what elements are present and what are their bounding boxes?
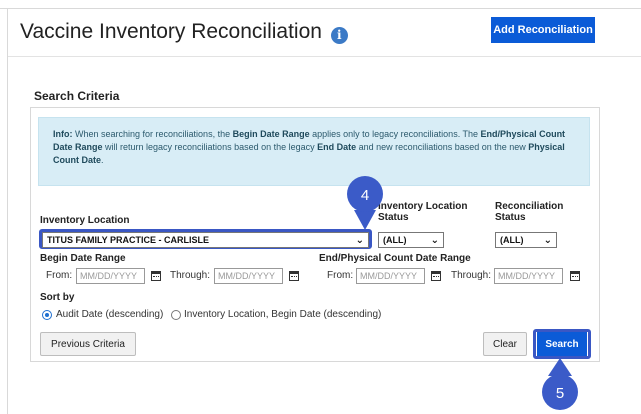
reconciliation-status-value: (ALL) <box>500 235 524 245</box>
chevron-down-icon: ⌄ <box>543 235 552 246</box>
previous-criteria-button[interactable]: Previous Criteria <box>40 332 136 356</box>
info-prefix: Info: <box>53 129 73 139</box>
reconciliation-status-label: Reconciliation Status <box>495 201 563 223</box>
info-text: and new reconciliations based on the new <box>356 142 529 152</box>
label-line: Reconciliation <box>495 201 564 212</box>
info-text: applies only to legacy reconciliations. … <box>309 129 481 139</box>
top-border <box>0 0 641 9</box>
marker-pointer <box>354 210 376 230</box>
add-reconciliation-button[interactable]: Add Reconciliation <box>491 17 595 43</box>
end-from-input[interactable]: MM/DD/YYYY <box>356 268 425 284</box>
end-date-range-label: End/Physical Count Date Range <box>319 253 471 264</box>
info-text: will return legacy reconciliations based… <box>102 142 318 152</box>
inventory-location-value: TITUS FAMILY PRACTICE - CARLISLE <box>47 235 210 245</box>
sort-location-label[interactable]: Inventory Location, Begin Date (descendi… <box>184 309 381 320</box>
step-5-marker: 5 <box>542 358 578 410</box>
calendar-icon[interactable] <box>151 271 161 281</box>
sort-audit-date-label[interactable]: Audit Date (descending) <box>56 309 163 320</box>
inventory-location-select[interactable]: TITUS FAMILY PRACTICE - CARLISLE ⌄ <box>42 232 369 248</box>
marker-number: 5 <box>556 385 564 402</box>
sort-location-radio[interactable] <box>171 310 181 320</box>
page-title-text: Vaccine Inventory Reconciliation <box>20 20 322 43</box>
begin-from-label: From: <box>46 270 73 281</box>
search-criteria-heading: Search Criteria <box>34 89 120 103</box>
end-from-label: From: <box>327 270 354 281</box>
info-bold: Begin Date Range <box>232 129 310 139</box>
calendar-icon[interactable] <box>289 271 299 281</box>
step-4-marker: 4 <box>347 176 383 230</box>
inventory-location-status-label: Inventory Location Status <box>378 201 467 223</box>
chevron-down-icon: ⌄ <box>430 235 439 246</box>
sort-by-label: Sort by <box>40 292 75 303</box>
info-text: When searching for reconciliations, the <box>72 129 233 139</box>
inventory-location-status-select[interactable]: (ALL) ⌄ <box>378 232 444 248</box>
calendar-icon[interactable] <box>570 271 580 281</box>
page: Vaccine Inventory Reconciliation i Add R… <box>0 0 641 414</box>
sort-audit-date-radio[interactable] <box>42 310 52 320</box>
begin-date-range-label: Begin Date Range <box>40 253 126 264</box>
clear-button[interactable]: Clear <box>483 332 527 356</box>
label-line: Status <box>378 212 409 223</box>
end-through-label: Through: <box>451 270 492 281</box>
reconciliation-status-select[interactable]: (ALL) ⌄ <box>495 232 557 248</box>
label-line: Status <box>495 212 526 223</box>
inventory-location-label: Inventory Location <box>40 215 130 226</box>
begin-through-input[interactable]: MM/DD/YYYY <box>214 268 283 284</box>
end-through-input[interactable]: MM/DD/YYYY <box>494 268 563 284</box>
page-title: Vaccine Inventory Reconciliation i <box>20 20 348 44</box>
search-button[interactable]: Search <box>537 332 587 356</box>
info-text: . <box>101 155 104 165</box>
begin-through-label: Through: <box>170 270 211 281</box>
label-line: Inventory Location <box>378 201 468 212</box>
begin-from-input[interactable]: MM/DD/YYYY <box>76 268 145 284</box>
info-icon[interactable]: i <box>330 27 348 44</box>
inventory-location-status-value: (ALL) <box>383 235 407 245</box>
calendar-icon[interactable] <box>431 271 441 281</box>
info-message: Info: When searching for reconciliations… <box>38 117 590 186</box>
info-bold: End Date <box>317 142 357 152</box>
header-divider <box>8 56 641 57</box>
chevron-down-icon: ⌄ <box>355 235 364 246</box>
marker-pointer <box>548 358 572 376</box>
left-border <box>7 9 8 414</box>
marker-number: 4 <box>361 187 369 204</box>
